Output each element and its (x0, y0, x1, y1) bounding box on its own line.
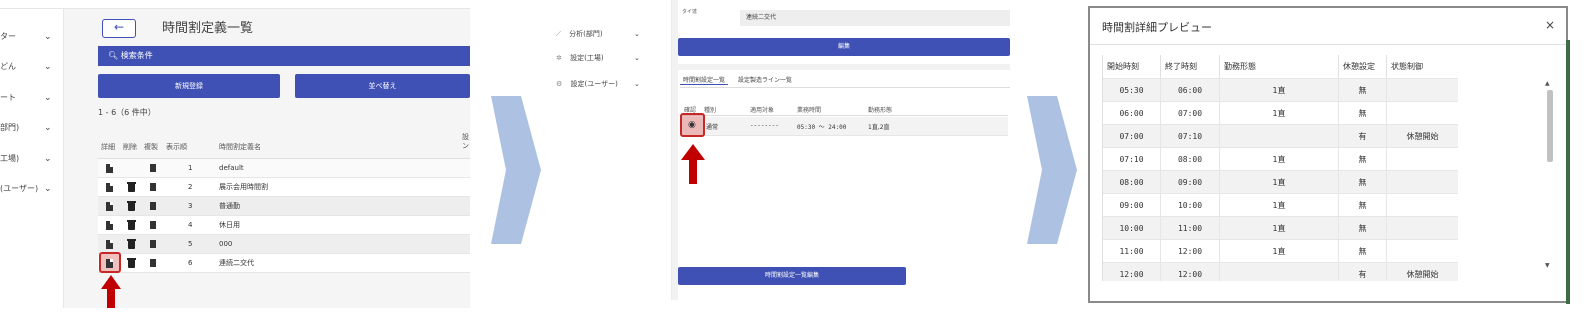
sidebar-item-user-settings[interactable]: ⚙ 設定(ユーザー) ⌄ (556, 76, 666, 92)
copy-icon[interactable] (148, 240, 156, 252)
table-row: 07:00 07:10 有 休憩開始 (1103, 124, 1458, 148)
table-row: 5 000 (98, 235, 470, 254)
copy-icon[interactable] (148, 202, 156, 214)
chart-icon: ⟋ (556, 30, 561, 38)
copy-icon[interactable] (148, 183, 156, 195)
sidebar: ⟋ 分析(部門) ⌄ ✲ 設定(工場) ⌄ ⚙ 設定(ユーザー) ⌄ (548, 0, 672, 300)
chevron-down-icon: ⌄ (634, 80, 640, 88)
table-row: 07:10 08:00 1直 無 (1103, 147, 1458, 171)
table-row: 11:00 12:00 1直 無 (1103, 239, 1458, 263)
preview-table: 開始時刻 終了時刻 勤務形態 休憩設定 状態制御 05:30 06:00 1直 … (1102, 55, 1458, 281)
red-arrow-up-icon (681, 144, 705, 184)
col-detail: 詳細 (101, 143, 115, 151)
field-label: タイ達 (682, 9, 698, 15)
tab-production-lines[interactable]: 設定製造ライン一覧 (738, 75, 792, 84)
sidebar-item-factory-settings[interactable]: ✲ 設定(工場) ⌄ (556, 50, 666, 66)
time-settings-card: 時間割設定一覧 設定製造ライン一覧 確認 種別 適用対象 業務時間 勤務形態 ◉… (678, 70, 1010, 300)
chevron-down-icon: ⌄ (634, 30, 640, 38)
col-extra: 設 ン (462, 133, 469, 150)
table-row: 08:00 09:00 1直 無 (1103, 170, 1458, 194)
detail-doc-icon[interactable] (106, 202, 113, 211)
table-header: 確認 種別 適用対象 業務時間 勤務形態 (680, 102, 1008, 116)
trash-icon[interactable] (127, 258, 136, 268)
chevron-down-icon: ⌄ (44, 184, 52, 194)
sidebar-item-3[interactable]: ート ⌄ (0, 88, 64, 108)
detail-doc-icon[interactable] (106, 259, 113, 268)
chevron-down-icon: ⌄ (44, 154, 52, 164)
chevron-down-icon: ⌄ (44, 62, 52, 72)
table-row: ◉ 通常 -------- 05:30 〜 24:00 1直,2直 (680, 113, 1008, 137)
new-button[interactable]: 新規登録 (98, 74, 280, 98)
trash-icon[interactable] (127, 220, 136, 230)
detail-card: タイ達 連続二交代 編集 (678, 0, 1010, 64)
arrow-left-icon: ← (113, 20, 125, 34)
sidebar-item-2[interactable]: どん ⌄ (0, 57, 64, 77)
timetable-preview-modal: 時間割詳細プレビュー × 開始時刻 終了時刻 勤務形態 休憩設定 状態制御 05… (1088, 6, 1568, 303)
sidebar-item-analysis[interactable]: ⟋ 分析(部門) ⌄ (556, 26, 666, 42)
detail-doc-icon[interactable] (106, 221, 113, 230)
chevron-down-icon: ⌄ (44, 93, 52, 103)
eye-icon[interactable]: ◉ (688, 120, 696, 130)
red-arrow-up-icon (101, 275, 121, 308)
table-row: 12:00 12:00 有 休憩開始 (1103, 262, 1458, 281)
search-icon: 🔍︎ (108, 51, 119, 60)
name-field[interactable]: 連続二交代 (740, 10, 1010, 26)
tab-bar: 時間割設定一覧 設定製造ライン一覧 (680, 74, 1010, 88)
col-delete: 削除 (123, 143, 137, 151)
user-settings-icon: ⚙ (556, 80, 563, 88)
search-conditions-bar[interactable]: 🔍︎ 検索条件 (98, 46, 470, 66)
scroll-up-icon[interactable]: ▲ (1545, 80, 1550, 87)
col-name: 時間割定義名 (219, 143, 261, 151)
copy-icon[interactable] (148, 221, 156, 233)
table-row: 3 普通勤 (98, 197, 470, 216)
edit-button[interactable]: 編集 (678, 38, 1010, 56)
detail-doc-icon[interactable] (106, 164, 113, 173)
panel-time-definition-list: ター ⌄ どん ⌄ ート ⌄ 部門) ⌄ 工場) ⌄ (ユーザー) ⌄ ← 時間割定義一覧 … (0, 8, 470, 308)
page-title: 時間割定義一覧 (162, 21, 254, 36)
sidebar-item-1[interactable]: ター ⌄ (0, 27, 64, 47)
main-content: タイ達 連続二交代 編集 時間割設定一覧 設定製造ライン一覧 確認 種別 適用対… (672, 0, 1010, 300)
table-row: 06:00 07:00 1直 無 (1103, 101, 1458, 125)
chevron-down-icon: ⌄ (634, 54, 640, 62)
record-count: 1 - 6（6 件中） (98, 108, 156, 117)
copy-icon[interactable] (148, 164, 156, 176)
table-row: 4 休日用 (98, 216, 470, 235)
table-row: 1 default (98, 159, 470, 178)
copy-icon[interactable] (148, 259, 156, 271)
modal-title: 時間割詳細プレビュー (1102, 21, 1212, 34)
panel-time-definition-detail: ⟋ 分析(部門) ⌄ ✲ 設定(工場) ⌄ ⚙ 設定(ユーザー) ⌄ タイ達 連… (548, 0, 1010, 300)
scroll-down-icon[interactable]: ▼ (1545, 262, 1550, 269)
table-row: 2 展示会用時間割 (98, 178, 470, 197)
trash-icon[interactable] (127, 182, 136, 192)
step-arrow-icon (491, 96, 541, 244)
chevron-down-icon: ⌄ (44, 32, 52, 42)
detail-doc-icon[interactable] (106, 183, 113, 192)
trash-icon[interactable] (127, 201, 136, 211)
table-row: 10:00 11:00 1直 無 (1103, 216, 1458, 240)
trash-icon[interactable] (127, 239, 136, 249)
divider (1090, 44, 1566, 45)
back-button[interactable]: ← (102, 19, 136, 38)
step-arrow-icon (1027, 96, 1077, 244)
tab-time-settings[interactable]: 時間割設定一覧 (680, 75, 729, 85)
sidebar-item-6[interactable]: (ユーザー) ⌄ (0, 179, 64, 199)
col-copy: 複製 (144, 143, 158, 151)
table-header: 開始時刻 終了時刻 勤務形態 休憩設定 状態制御 (1103, 55, 1458, 78)
col-order: 表示順 (166, 143, 187, 151)
table-header: 詳細 削除 複製 表示順 時間割定義名 設 ン (98, 133, 470, 159)
time-settings-edit-button[interactable]: 時間割設定一覧編集 (678, 267, 906, 285)
settings-icon: ✲ (556, 54, 562, 62)
scrollbar-thumb[interactable] (1547, 90, 1553, 162)
close-icon[interactable]: × (1545, 18, 1555, 32)
table-row: 6 連続二交代 (98, 252, 470, 273)
sidebar-item-4[interactable]: 部門) ⌄ (0, 118, 64, 138)
sort-button[interactable]: 並べ替え (295, 74, 470, 98)
sidebar: ター ⌄ どん ⌄ ート ⌄ 部門) ⌄ 工場) ⌄ (ユーザー) ⌄ (0, 9, 64, 308)
chevron-down-icon: ⌄ (44, 123, 52, 133)
detail-doc-icon[interactable] (106, 240, 113, 249)
sidebar-item-5[interactable]: 工場) ⌄ (0, 149, 64, 169)
table-row: 09:00 10:00 1直 無 (1103, 193, 1458, 217)
background-edge (1566, 40, 1570, 304)
table-row: 05:30 06:00 1直 無 (1103, 78, 1458, 102)
